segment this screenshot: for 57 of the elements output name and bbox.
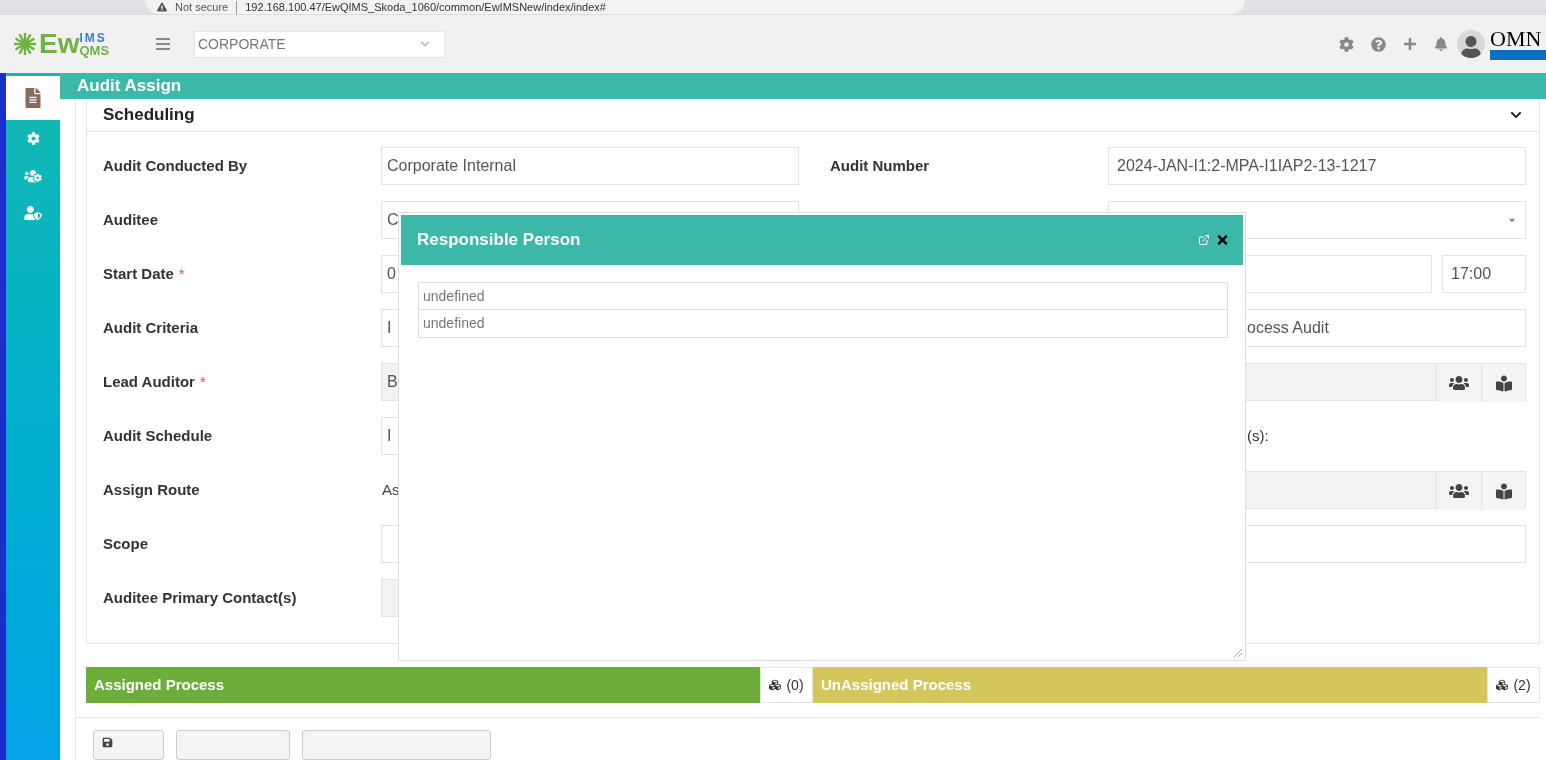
settings-icon[interactable]: [1339, 36, 1354, 52]
warning-icon: [157, 2, 167, 12]
list-item[interactable]: undefined: [418, 282, 1228, 310]
brand-logo: OMN: [1490, 28, 1546, 60]
collapse-chevron-icon[interactable]: [1509, 109, 1523, 121]
process-count[interactable]: (2): [1487, 667, 1540, 703]
page-title: Audit Assign: [77, 75, 182, 98]
unit-select[interactable]: CORPORATE: [194, 30, 445, 58]
field-label: Audit Criteria: [103, 317, 198, 338]
field-label: Start Date: [103, 263, 174, 284]
avatar[interactable]: [1457, 30, 1485, 58]
process-count[interactable]: (0): [760, 667, 813, 703]
chevron-icon: [419, 39, 431, 49]
field-label: Assign Route: [103, 479, 200, 500]
cubes-icon: [1496, 679, 1509, 691]
required-mark: *: [199, 371, 206, 392]
save-button[interactable]: [93, 730, 164, 760]
section-title: Scheduling: [103, 104, 195, 127]
settings-icon[interactable]: [26, 132, 40, 145]
required-mark: *: [178, 263, 185, 284]
cubes-icon: [769, 679, 782, 691]
users-icon: [1449, 483, 1469, 499]
input-field[interactable]: Corporate Internal: [381, 147, 799, 185]
reader-icon: [1495, 374, 1512, 392]
field-label: Scope: [103, 533, 148, 554]
url-text[interactable]: 192.168.100.47/EwQIMS_Skoda_1060/common/EwIMSNew/index/index#: [236, 0, 606, 14]
save-icon: [102, 737, 113, 748]
help-icon[interactable]: [1371, 36, 1386, 52]
sunburst-icon: [13, 32, 37, 56]
users-button[interactable]: [1436, 472, 1481, 510]
add-icon[interactable]: [1403, 37, 1417, 51]
field-label: Auditee: [103, 209, 158, 230]
pop-out-icon[interactable]: [1198, 234, 1210, 246]
user-shield-icon[interactable]: [24, 205, 42, 220]
list-item[interactable]: undefined: [418, 310, 1228, 338]
group-gear-icon[interactable]: [24, 168, 42, 183]
security-label: Not secure: [175, 0, 229, 14]
resize-handle-icon[interactable]: [1234, 649, 1242, 657]
time-field[interactable]: 17:00: [1442, 255, 1526, 293]
menu-icon[interactable]: [156, 38, 170, 50]
field-label: (s):: [1246, 425, 1270, 446]
modal-title: Responsible Person: [417, 229, 581, 252]
close-icon[interactable]: [1216, 233, 1229, 247]
field-label: Audit Conducted By: [103, 155, 248, 176]
users-button[interactable]: [1436, 364, 1481, 402]
reader-button[interactable]: [1481, 364, 1525, 402]
input-field[interactable]: 2024-JAN-I1:2-MPA-I1IAP2-13-1217: [1108, 147, 1526, 185]
reader-icon: [1495, 482, 1512, 500]
sidebar-item[interactable]: [6, 76, 60, 120]
field-label: Audit Number: [830, 155, 931, 176]
field-label: Auditee Primary Contact(s): [103, 587, 297, 608]
reader-button[interactable]: [1481, 472, 1525, 510]
document-icon[interactable]: [24, 88, 42, 108]
field-label: Lead Auditor: [103, 371, 195, 392]
users-icon: [1449, 375, 1469, 391]
notification-icon[interactable]: [1434, 37, 1448, 51]
field-label: Audit Schedule: [103, 425, 213, 446]
